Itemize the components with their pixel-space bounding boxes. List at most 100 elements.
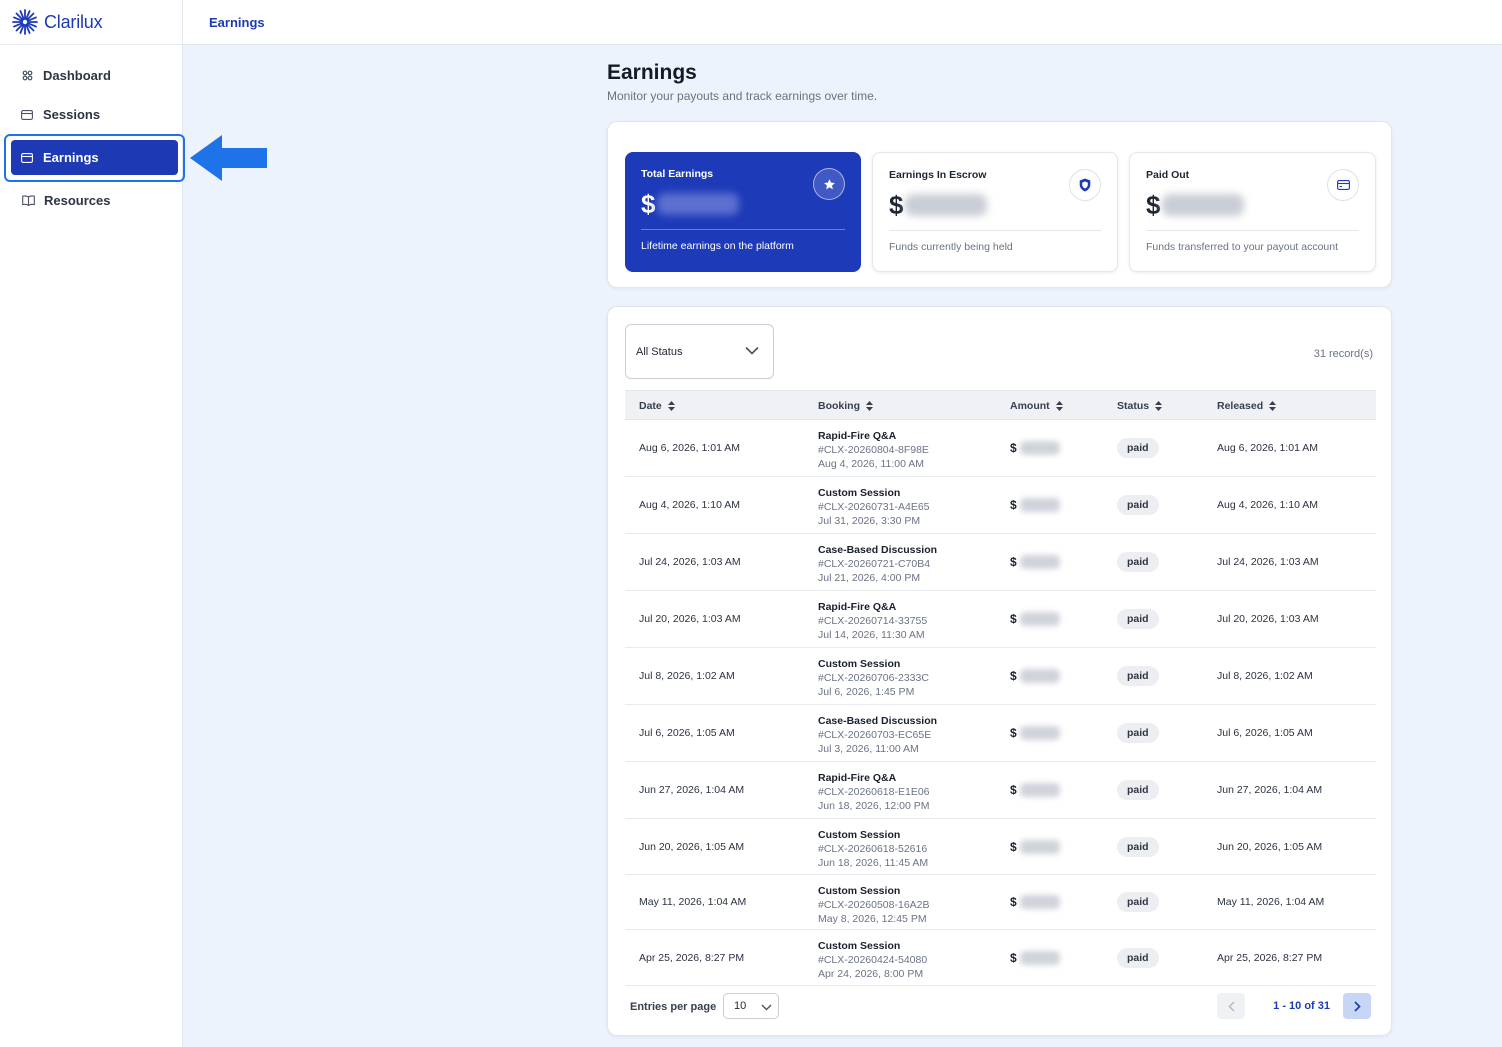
sidebar-item-dashboard[interactable]: Dashboard <box>0 56 182 95</box>
divider <box>641 229 845 230</box>
cell-booking[interactable]: Rapid-Fire Q&A #CLX-20260618-E1E06 Jun 18,… <box>818 771 930 813</box>
cell-booking[interactable]: Custom Session #CLX-20260508-16A2B May 8, … <box>818 884 930 926</box>
brand[interactable]: Clarilux <box>0 0 182 45</box>
status-badge: paid <box>1117 438 1159 458</box>
column-header-released[interactable]: Released <box>1217 400 1277 412</box>
star-icon <box>813 168 845 200</box>
table-row[interactable]: Jun 20, 2026, 1:05 AM Custom Session #CLX-… <box>625 819 1376 875</box>
sort-icon <box>866 401 873 411</box>
cell-booking[interactable]: Custom Session #CLX-20260618-52616 Jun 18,… <box>818 828 928 870</box>
earnings-table-card: All Status 31 record(s) Date Booking Amo… <box>607 306 1392 1036</box>
cell-status: paid <box>1117 723 1159 743</box>
cell-status: paid <box>1117 438 1159 458</box>
entries-per-page-select[interactable]: 10 <box>723 993 779 1019</box>
cell-released: Jun 27, 2026, 1:04 AM <box>1217 784 1323 796</box>
column-header-amount[interactable]: Amount <box>1010 400 1063 412</box>
cell-status: paid <box>1117 495 1159 515</box>
previous-page-button[interactable] <box>1217 993 1245 1019</box>
status-filter-value: All Status <box>636 345 683 358</box>
cell-status: paid <box>1117 836 1159 857</box>
booking-id: #CLX-20260618-E1E06 <box>818 786 930 798</box>
credit-card-icon <box>1327 169 1359 201</box>
table-row[interactable]: Jul 8, 2026, 1:02 AM Custom Session #CLX-2… <box>625 648 1376 705</box>
table-footer: Entries per page 10 1 - 10 of 31 <box>625 993 1376 1021</box>
sidebar-item-resources[interactable]: Resources <box>0 181 182 220</box>
table-row[interactable]: Aug 4, 2026, 1:10 AM Custom Session #CLX-2… <box>625 477 1376 534</box>
redacted-amount <box>1019 669 1060 683</box>
status-badge: paid <box>1117 723 1159 743</box>
table-row[interactable]: May 11, 2026, 1:04 AM Custom Session #CLX-… <box>625 875 1376 930</box>
cell-date: Aug 6, 2026, 1:01 AM <box>639 442 740 454</box>
cell-date: Apr 25, 2026, 8:27 PM <box>639 951 745 964</box>
table-row[interactable]: Jul 20, 2026, 1:03 AM Rapid-Fire Q&A #CLX-… <box>625 591 1376 648</box>
table-row[interactable]: Aug 6, 2026, 1:01 AM Rapid-Fire Q&A #CLX-2… <box>625 420 1376 477</box>
card-icon <box>20 108 34 122</box>
cell-booking[interactable]: Case-Based Discussion #CLX-20260703-EC65E… <box>818 714 937 756</box>
divider <box>889 230 1101 231</box>
redacted-amount <box>1019 839 1060 854</box>
cell-status: paid <box>1117 609 1159 629</box>
redacted-amount <box>1162 194 1245 216</box>
sidebar-nav: Dashboard Sessions Earnings Resources <box>0 45 185 220</box>
sidebar-item-label: Dashboard <box>43 68 111 83</box>
cell-booking[interactable]: Case-Based Discussion #CLX-20260721-C70B4… <box>818 543 937 585</box>
redacted-amount <box>1019 783 1060 797</box>
cell-amount: $ <box>1010 498 1060 512</box>
table-row[interactable]: Jul 6, 2026, 1:05 AM Case-Based Discussio… <box>625 705 1376 762</box>
table-row[interactable]: Apr 25, 2026, 8:27 PM Custom Session #CLX-… <box>625 930 1376 986</box>
cell-amount: $ <box>1010 783 1060 797</box>
table-row[interactable]: Jul 24, 2026, 1:03 AM Case-Based Discussi… <box>625 534 1376 591</box>
cell-date: Jul 6, 2026, 1:05 AM <box>639 727 735 739</box>
sidebar-item-sessions[interactable]: Sessions <box>0 95 182 134</box>
booking-id: #CLX-20260703-EC65E <box>818 729 932 741</box>
booking-id: #CLX-20260706-2333C <box>818 672 929 684</box>
currency-symbol: $ <box>1010 839 1017 854</box>
booking-time: Aug 4, 2026, 11:00 AM <box>818 458 925 470</box>
pagination-range: 1 - 10 of 31 <box>1273 1000 1330 1012</box>
booking-title: Case-Based Discussion <box>818 715 938 727</box>
stat-note: Lifetime earnings on the platform <box>641 240 794 252</box>
column-label: Amount <box>1010 400 1050 412</box>
table-header: Date Booking Amount Status Released <box>625 390 1376 420</box>
status-badge: paid <box>1117 780 1159 800</box>
table-row[interactable]: Jun 27, 2026, 1:04 AM Rapid-Fire Q&A #CLX-… <box>625 762 1376 819</box>
sort-icon <box>1269 401 1277 411</box>
chevron-right-icon <box>1353 1000 1361 1012</box>
next-page-button[interactable] <box>1343 993 1371 1019</box>
booking-id: #CLX-20260804-8F98E <box>818 444 929 456</box>
page-title: Earnings <box>607 61 697 84</box>
cell-released: Jun 20, 2026, 1:05 AM <box>1217 840 1323 853</box>
cell-booking[interactable]: Custom Session #CLX-20260424-54080 Apr 24,… <box>818 939 927 981</box>
redacted-amount <box>1019 950 1060 965</box>
status-filter-select[interactable]: All Status <box>625 324 774 379</box>
column-header-date[interactable]: Date <box>639 400 675 412</box>
column-label: Status <box>1117 400 1150 412</box>
entries-per-page-label: Entries per page <box>630 1001 717 1013</box>
column-header-status[interactable]: Status <box>1117 400 1163 412</box>
redacted-amount <box>1019 612 1060 626</box>
cell-status: paid <box>1117 892 1159 912</box>
status-badge: paid <box>1117 836 1159 857</box>
cell-amount: $ <box>1010 555 1060 569</box>
cell-released: Jul 24, 2026, 1:03 AM <box>1217 556 1319 568</box>
status-badge: paid <box>1117 947 1159 968</box>
sidebar-item-earnings[interactable]: Earnings <box>0 134 185 182</box>
stat-note: Funds transferred to your payout account <box>1146 241 1339 253</box>
booking-title: Rapid-Fire Q&A <box>818 601 897 613</box>
cell-released: Jul 8, 2026, 1:02 AM <box>1217 670 1313 682</box>
chevron-down-icon <box>745 346 759 358</box>
cell-amount: $ <box>1010 612 1060 626</box>
column-header-booking[interactable]: Booking <box>818 400 873 412</box>
table-body: Aug 6, 2026, 1:01 AM Rapid-Fire Q&A #CLX-2… <box>625 420 1376 986</box>
redacted-amount <box>905 194 988 216</box>
cell-booking[interactable]: Rapid-Fire Q&A #CLX-20260714-33755 Jul 14,… <box>818 600 927 642</box>
redacted-amount <box>1019 498 1060 512</box>
booking-title: Custom Session <box>818 885 901 897</box>
cell-booking[interactable]: Rapid-Fire Q&A #CLX-20260804-8F98E Aug 4, … <box>818 429 929 471</box>
cell-released: Aug 6, 2026, 1:01 AM <box>1217 442 1318 454</box>
cell-booking[interactable]: Custom Session #CLX-20260731-A4E65 Jul 31,… <box>818 486 930 528</box>
cell-booking[interactable]: Custom Session #CLX-20260706-2333C Jul 6, … <box>818 657 929 699</box>
topbar: Earnings <box>183 0 1502 45</box>
cell-released: Aug 4, 2026, 1:10 AM <box>1217 499 1318 511</box>
currency-symbol: $ <box>1146 189 1161 220</box>
